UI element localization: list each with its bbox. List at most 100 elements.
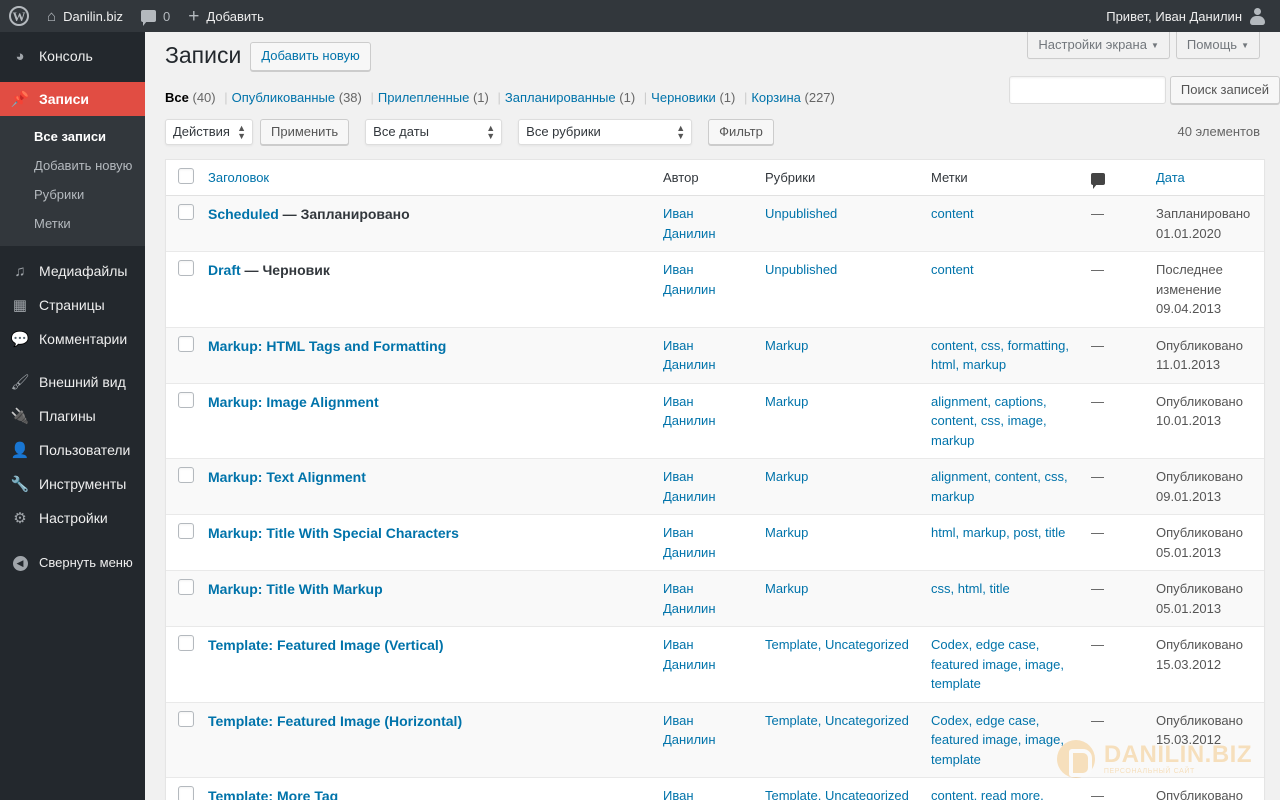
tag-link[interactable]: Codex, edge case, featured image, image,… xyxy=(931,637,1064,691)
category-link[interactable]: Markup xyxy=(765,581,808,596)
tag-link[interactable]: Codex, edge case, featured image, image,… xyxy=(931,713,1064,767)
table-row[interactable]: Markup: Title With Special Characters Ив… xyxy=(166,515,1264,572)
row-checkbox[interactable] xyxy=(178,260,194,277)
table-row[interactable]: Scheduled — Запланировано Иван Данилин U… xyxy=(166,196,1264,253)
search-submit-button[interactable]: Поиск записей xyxy=(1169,76,1280,104)
column-header-comments[interactable] xyxy=(1081,160,1146,197)
post-title-link[interactable]: Draft xyxy=(208,262,241,278)
search-input[interactable] xyxy=(1008,76,1166,104)
screen-options-button[interactable]: Настройки экрана ▼ xyxy=(1027,32,1170,59)
post-title-link[interactable]: Markup: Image Alignment xyxy=(208,394,379,410)
column-header-title-link[interactable]: Заголовок xyxy=(208,170,269,185)
date-filter-select[interactable]: Все даты ▲ ▼ xyxy=(365,119,503,146)
bulk-actions-select[interactable]: Действия ▲ ▼ xyxy=(165,119,253,146)
table-row[interactable]: Draft — Черновик Иван Данилин Unpublishe… xyxy=(166,252,1264,328)
status-link-trash[interactable]: Корзина (227) xyxy=(751,85,844,111)
row-checkbox[interactable] xyxy=(178,635,194,652)
table-row[interactable]: Template: Featured Image (Vertical) Иван… xyxy=(166,627,1264,703)
status-link-all[interactable]: Все (40) xyxy=(165,85,232,111)
sidebar-item-categories[interactable]: Рубрики xyxy=(0,181,145,210)
table-row[interactable]: Markup: Image Alignment Иван Данилин Mar… xyxy=(166,383,1264,460)
row-checkbox[interactable] xyxy=(178,204,194,221)
sidebar-item-all-posts[interactable]: Все записи xyxy=(0,123,145,152)
row-checkbox[interactable] xyxy=(178,523,194,540)
site-name-menu[interactable]: ⌂ Danilin.biz xyxy=(38,0,132,32)
tag-link[interactable]: content xyxy=(931,262,974,277)
sidebar-item-comments[interactable]: 💬 Комментарии xyxy=(0,322,145,356)
status-link-label[interactable]: Запланированные xyxy=(505,90,616,105)
add-new-post-button[interactable]: Добавить новую xyxy=(250,42,371,72)
author-link[interactable]: Иван Данилин xyxy=(663,338,716,373)
author-link[interactable]: Иван Данилин xyxy=(663,469,716,504)
author-link[interactable]: Иван Данилин xyxy=(663,637,716,672)
sidebar-item-settings[interactable]: ⚙ Настройки xyxy=(0,501,145,535)
sidebar-item-add-new-post[interactable]: Добавить новую xyxy=(0,152,145,181)
sidebar-item-dashboard[interactable]: ◕ Консоль xyxy=(0,39,145,73)
category-link[interactable]: Markup xyxy=(765,525,808,540)
tag-link[interactable]: alignment, content, css, markup xyxy=(931,469,1068,504)
row-checkbox[interactable] xyxy=(178,335,194,352)
row-checkbox[interactable] xyxy=(178,579,194,596)
tag-link[interactable]: css, html, title xyxy=(931,581,1010,596)
post-title-link[interactable]: Markup: Text Alignment xyxy=(208,469,366,485)
filter-button[interactable]: Фильтр xyxy=(708,119,774,146)
sidebar-item-pages[interactable]: ▦ Страницы xyxy=(0,288,145,322)
author-link[interactable]: Иван Данилин xyxy=(663,713,716,748)
wp-logo-menu[interactable]: W xyxy=(0,0,38,32)
author-link[interactable]: Иван Данилин xyxy=(663,525,716,560)
table-row[interactable]: Template: Featured Image (Horizontal) Ив… xyxy=(166,702,1264,779)
author-link[interactable]: Иван Данилин xyxy=(663,206,716,241)
status-link-scheduled[interactable]: Запланированные (1) xyxy=(505,85,651,111)
column-header-date[interactable]: Дата xyxy=(1146,160,1264,197)
sidebar-item-tools[interactable]: 🔧 Инструменты xyxy=(0,467,145,501)
post-title-link[interactable]: Template: Featured Image (Vertical) xyxy=(208,637,443,653)
category-link[interactable]: Markup xyxy=(765,469,808,484)
my-account-menu[interactable]: Привет, Иван Данилин xyxy=(1097,0,1280,32)
collapse-menu-button[interactable]: ◀ Свернуть меню xyxy=(0,545,145,579)
apply-bulk-action-button[interactable]: Применить xyxy=(260,119,350,146)
post-title-link[interactable]: Template: Featured Image (Horizontal) xyxy=(208,713,462,729)
status-link-label[interactable]: Опубликованные xyxy=(232,90,336,105)
row-checkbox[interactable] xyxy=(178,467,194,484)
post-title-link[interactable]: Markup: Title With Markup xyxy=(208,581,383,597)
tag-link[interactable]: html, markup, post, title xyxy=(931,525,1065,540)
category-link[interactable]: Template, Uncategorized xyxy=(765,788,909,800)
new-content-menu[interactable]: + Добавить xyxy=(179,0,273,32)
status-link-published[interactable]: Опубликованные (38) xyxy=(232,85,378,111)
status-link-sticky[interactable]: Прилепленные (1) xyxy=(378,85,505,111)
tag-link[interactable]: content xyxy=(931,206,974,221)
row-checkbox[interactable] xyxy=(178,710,194,727)
status-link-label[interactable]: Корзина xyxy=(751,90,801,105)
tag-link[interactable]: alignment, captions, content, css, image… xyxy=(931,394,1047,448)
category-link[interactable]: Unpublished xyxy=(765,262,837,277)
column-header-title[interactable]: Заголовок xyxy=(198,160,653,197)
sidebar-item-tags[interactable]: Метки xyxy=(0,210,145,239)
status-link-label[interactable]: Прилепленные xyxy=(378,90,469,105)
post-title-link[interactable]: Markup: HTML Tags and Formatting xyxy=(208,338,446,354)
category-link[interactable]: Unpublished xyxy=(765,206,837,221)
column-header-date-link[interactable]: Дата xyxy=(1156,170,1185,185)
tag-link[interactable]: content, read more, template xyxy=(931,788,1044,800)
category-link[interactable]: Markup xyxy=(765,338,808,353)
status-link-drafts[interactable]: Черновики (1) xyxy=(651,85,751,111)
table-row[interactable]: Markup: Text Alignment Иван Данилин Mark… xyxy=(166,459,1264,516)
tag-link[interactable]: content, css, formatting, html, markup xyxy=(931,338,1069,373)
post-title-link[interactable]: Markup: Title With Special Characters xyxy=(208,525,459,541)
category-link[interactable]: Markup xyxy=(765,394,808,409)
category-link[interactable]: Template, Uncategorized xyxy=(765,713,909,728)
sidebar-item-plugins[interactable]: 🔌 Плагины xyxy=(0,399,145,433)
author-link[interactable]: Иван Данилин xyxy=(663,394,716,429)
comments-bubble-menu[interactable]: 0 xyxy=(132,0,179,32)
author-link[interactable]: Иван Данилин xyxy=(663,581,716,616)
select-all-checkbox[interactable] xyxy=(178,168,194,185)
sidebar-item-media[interactable]: ♫ Медиафайлы xyxy=(0,254,145,288)
post-title-link[interactable]: Template: More Tag xyxy=(208,788,338,800)
row-checkbox[interactable] xyxy=(178,391,194,408)
sidebar-item-users[interactable]: 👤 Пользователи xyxy=(0,433,145,467)
author-link[interactable]: Иван Данилин xyxy=(663,262,716,297)
table-row[interactable]: Markup: HTML Tags and Formatting Иван Да… xyxy=(166,327,1264,384)
status-link-label[interactable]: Все xyxy=(165,90,189,105)
status-link-label[interactable]: Черновики xyxy=(651,90,716,105)
sidebar-item-posts[interactable]: 📌 Записи xyxy=(0,82,153,116)
post-title-link[interactable]: Scheduled xyxy=(208,206,279,222)
